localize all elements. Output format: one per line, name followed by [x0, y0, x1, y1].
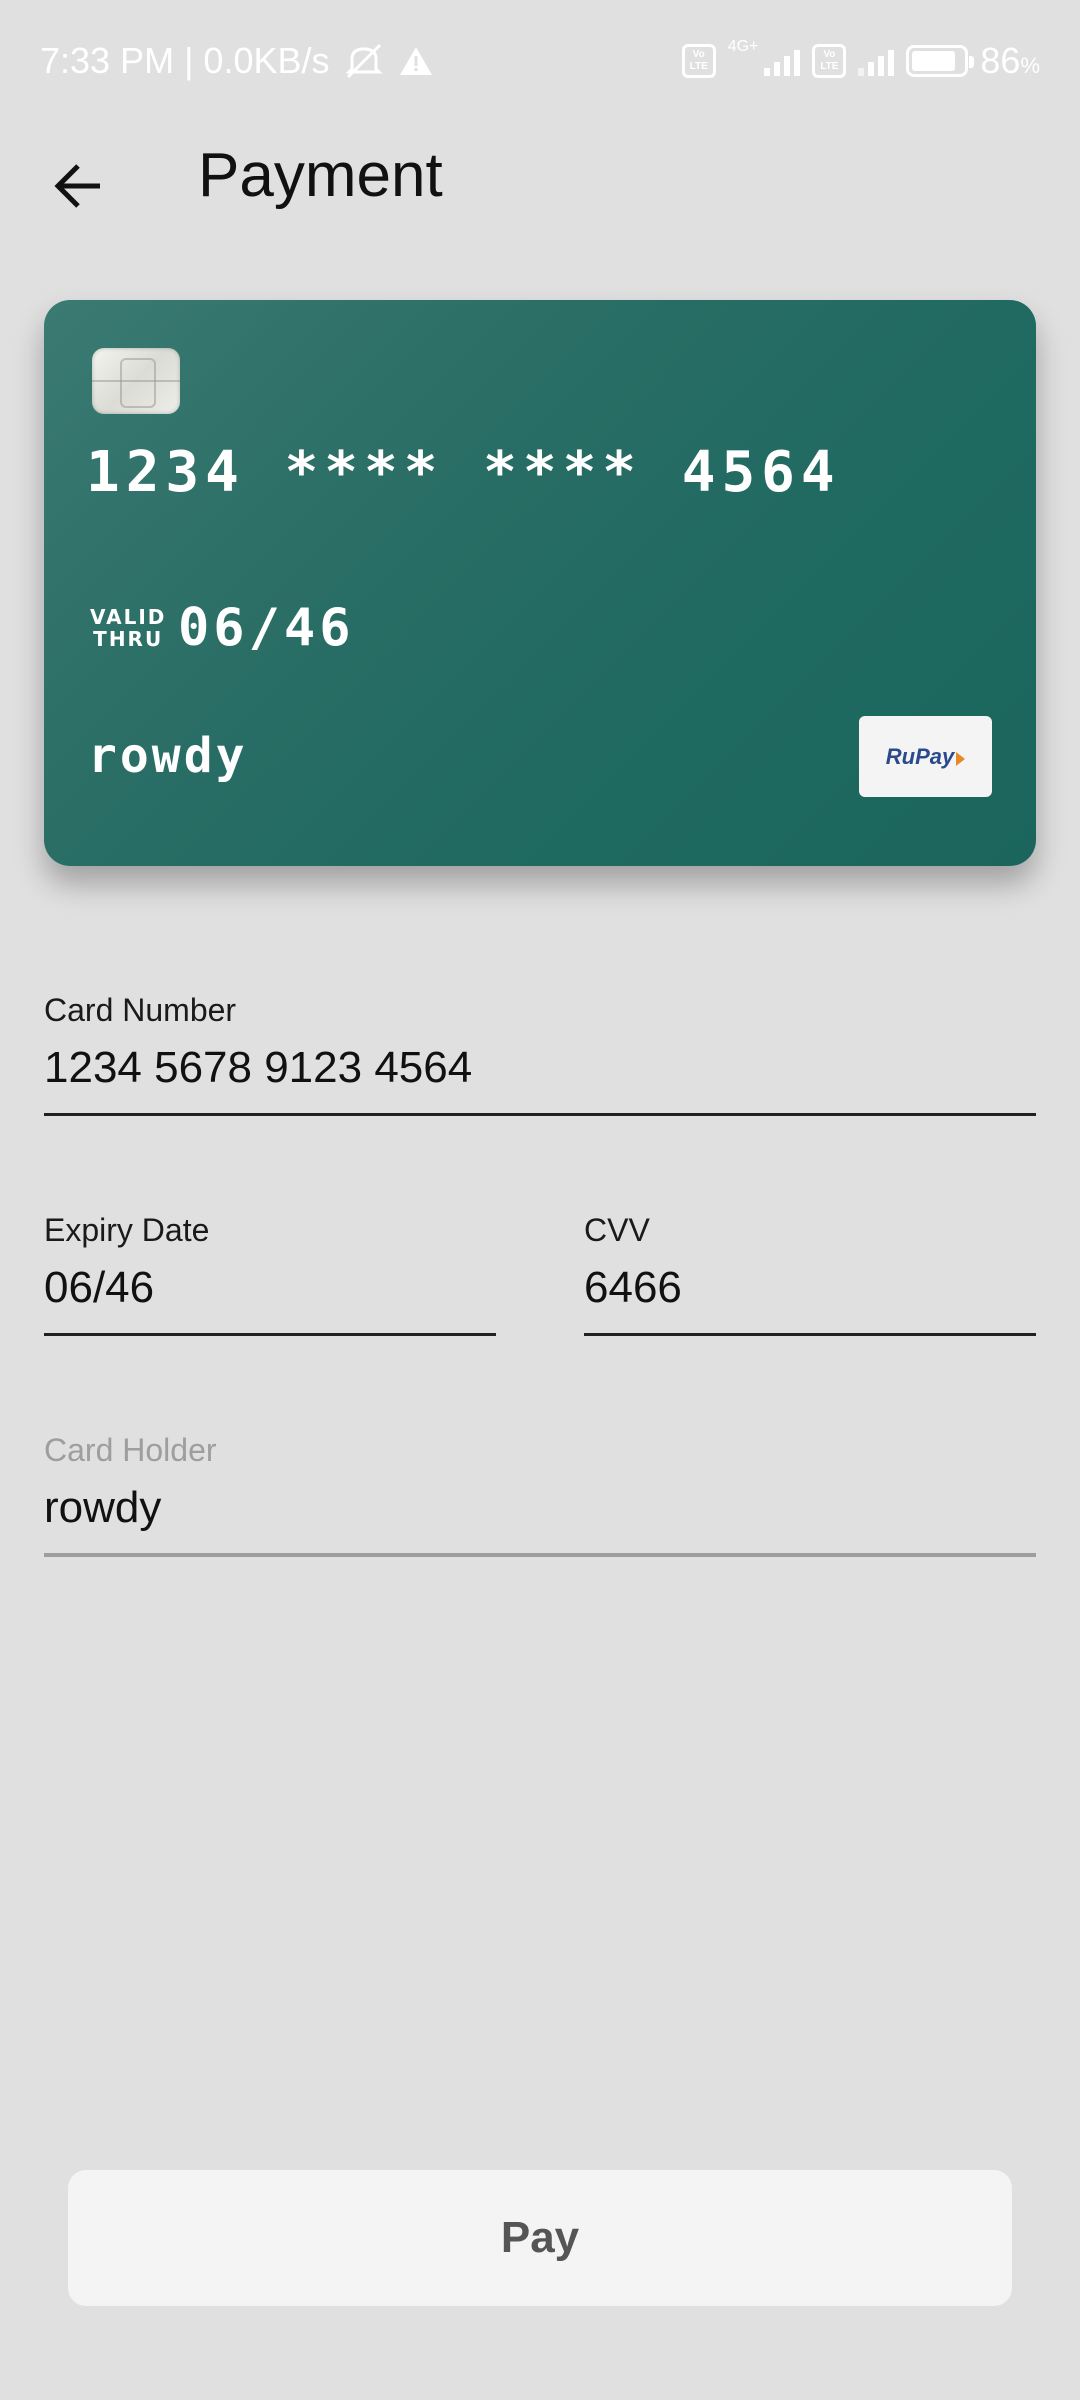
signal-icon-2	[858, 46, 895, 76]
card-holder-field: Card Holder	[44, 1432, 1036, 1557]
card-number-label: Card Number	[44, 992, 237, 1028]
back-button[interactable]	[40, 148, 116, 224]
card-number-field: Card Number	[44, 992, 1036, 1116]
app-bar: Payment	[0, 130, 1080, 230]
volte-icon-2: Vo LTE	[812, 44, 847, 78]
valid-thru-line1: VALID	[90, 605, 167, 629]
battery-fill	[912, 51, 956, 71]
cvv-field: CVV	[584, 1212, 1036, 1336]
card-expiry: 06/46	[178, 598, 355, 658]
volte-icon: Vo LTE	[681, 44, 716, 78]
expiry-date-label: Expiry Date	[44, 1212, 210, 1248]
battery-percent-unit: %	[1020, 53, 1040, 78]
network-type-text: 4G+	[727, 38, 759, 55]
rupay-mark-icon	[956, 751, 966, 766]
card-chip-icon	[92, 348, 180, 414]
pay-button[interactable]: Pay	[68, 2170, 1012, 2306]
expiry-date-input[interactable]	[44, 1257, 496, 1336]
arrow-left-icon	[54, 164, 100, 208]
signal-icon	[764, 46, 801, 76]
card-number-masked: 1234 **** **** 4564	[86, 440, 841, 505]
status-bar: 7:33 PM | 0.0KB/s Vo LTE 4G+ Vo LTE 86%	[0, 0, 1080, 130]
credit-card-preview: 1234 **** **** 4564 VALID THRU 06/46 row…	[44, 300, 1036, 866]
valid-thru-line2: THRU	[93, 627, 164, 651]
warning-icon	[398, 45, 434, 77]
expiry-date-field: Expiry Date	[44, 1212, 496, 1336]
card-holder-name: rowdy	[88, 728, 248, 784]
rupay-logo: RuPay	[859, 716, 992, 797]
card-holder-input[interactable]	[44, 1477, 1036, 1557]
battery-percent: 86%	[980, 40, 1040, 82]
battery-percent-value: 86	[980, 40, 1021, 81]
time-speed-text: 7:33 PM | 0.0KB/s	[40, 40, 330, 81]
cvv-input[interactable]	[584, 1257, 1036, 1336]
battery-icon	[906, 45, 975, 77]
page-title: Payment	[198, 141, 443, 210]
card-number-input[interactable]	[44, 1037, 1036, 1116]
cvv-label: CVV	[584, 1212, 650, 1248]
mute-icon	[344, 43, 384, 79]
brand-text: RuPay	[885, 743, 955, 769]
valid-thru-label: VALID THRU	[90, 606, 166, 650]
card-holder-label: Card Holder	[44, 1432, 217, 1468]
status-left: 7:33 PM | 0.0KB/s	[40, 40, 434, 82]
status-right: Vo LTE 4G+ Vo LTE 86%	[681, 38, 1040, 82]
